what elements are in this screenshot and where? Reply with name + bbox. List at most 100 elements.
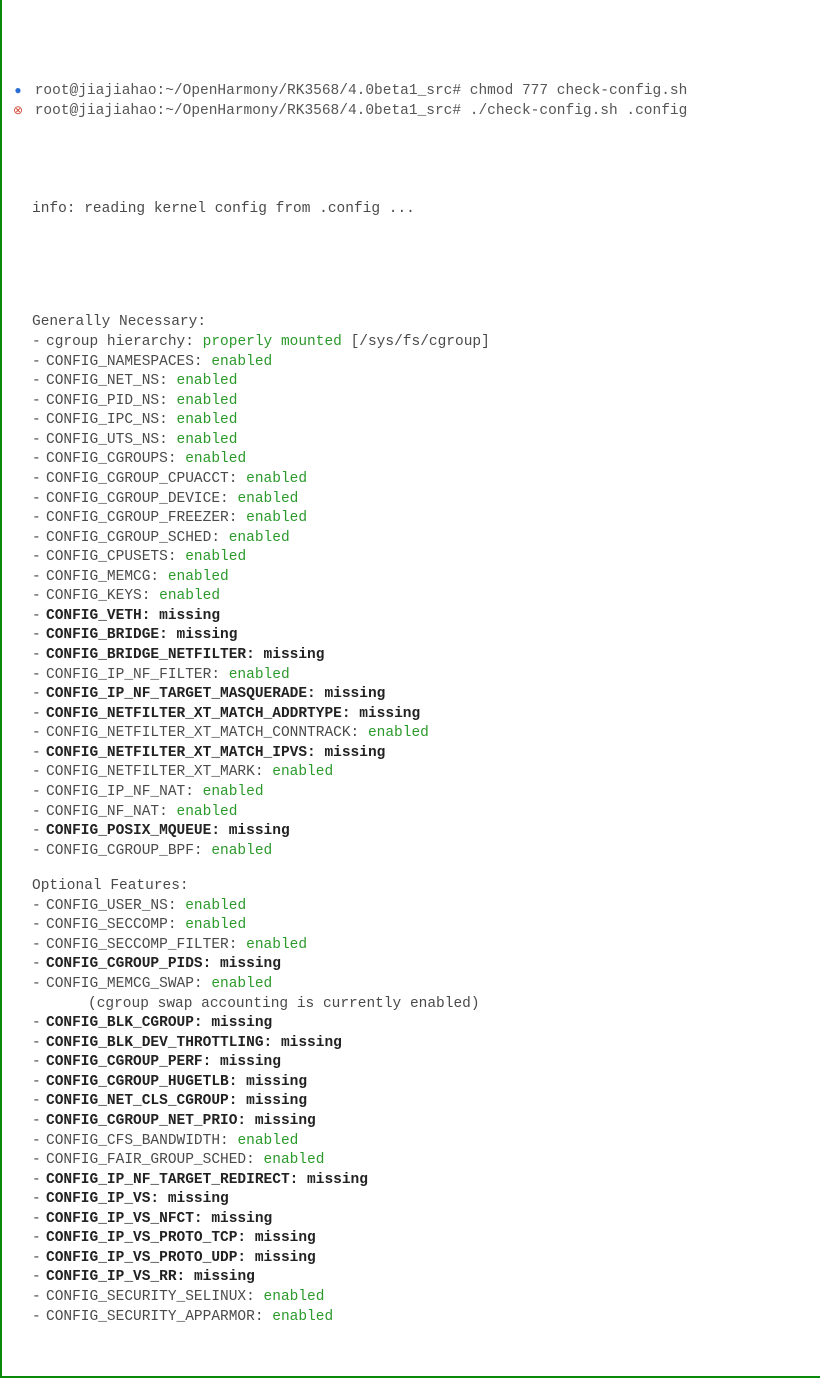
config-item: -CONFIG_SECURITY_SELINUX: enabled bbox=[32, 1288, 814, 1308]
config-name: CONFIG_BRIDGE_NETFILTER: bbox=[46, 647, 264, 663]
config-item: -cgroup hierarchy: properly mounted [/sy… bbox=[32, 333, 814, 353]
dash-icon: - bbox=[32, 705, 46, 725]
config-item: -CONFIG_NETFILTER_XT_MATCH_ADDRTYPE: mis… bbox=[32, 705, 814, 725]
config-name: CONFIG_USER_NS: bbox=[46, 898, 185, 914]
config-status: enabled bbox=[185, 549, 246, 565]
config-name: CONFIG_CGROUP_CPUACCT: bbox=[46, 471, 246, 487]
dash-icon: - bbox=[32, 1151, 46, 1171]
config-name: CONFIG_BRIDGE: bbox=[46, 627, 177, 643]
config-item: -CONFIG_BRIDGE_NETFILTER: missing bbox=[32, 646, 814, 666]
config-note: (cgroup swap accounting is currently ena… bbox=[88, 995, 814, 1015]
config-name: CONFIG_CGROUP_PIDS: bbox=[46, 956, 220, 972]
config-item: -CONFIG_CPUSETS: enabled bbox=[32, 548, 814, 568]
dash-icon: - bbox=[32, 1112, 46, 1132]
config-item: -CONFIG_PID_NS: enabled bbox=[32, 392, 814, 412]
config-name: CONFIG_IP_VS: bbox=[46, 1191, 168, 1207]
dash-icon: - bbox=[32, 392, 46, 412]
dash-icon: - bbox=[32, 936, 46, 956]
config-item: -CONFIG_NETFILTER_XT_MATCH_IPVS: missing bbox=[32, 744, 814, 764]
config-item: -CONFIG_CGROUP_HUGETLB: missing bbox=[32, 1073, 814, 1093]
config-item: -CONFIG_CGROUP_FREEZER: enabled bbox=[32, 509, 814, 529]
config-item: -CONFIG_CGROUP_PIDS: missing bbox=[32, 955, 814, 975]
dash-icon: - bbox=[32, 470, 46, 490]
dash-icon: - bbox=[32, 1034, 46, 1054]
dash-icon: - bbox=[32, 842, 46, 862]
config-item: -CONFIG_IP_NF_TARGET_REDIRECT: missing bbox=[32, 1171, 814, 1191]
config-status: missing bbox=[255, 1113, 316, 1129]
dash-icon: - bbox=[32, 975, 46, 995]
config-name: CONFIG_BLK_DEV_THROTTLING: bbox=[46, 1035, 281, 1051]
config-status: missing bbox=[220, 1054, 281, 1070]
dash-icon: - bbox=[32, 353, 46, 373]
config-item: -CONFIG_IP_VS_RR: missing bbox=[32, 1268, 814, 1288]
dash-icon: - bbox=[32, 1249, 46, 1269]
config-item: -CONFIG_USER_NS: enabled bbox=[32, 897, 814, 917]
config-item: -CONFIG_CGROUP_BPF: enabled bbox=[32, 842, 814, 862]
config-item: -CONFIG_CGROUPS: enabled bbox=[32, 450, 814, 470]
dash-icon: - bbox=[32, 1171, 46, 1191]
config-item: -CONFIG_POSIX_MQUEUE: missing bbox=[32, 822, 814, 842]
config-item: -CONFIG_NET_NS: enabled bbox=[32, 372, 814, 392]
config-name: CONFIG_CGROUP_HUGETLB: bbox=[46, 1074, 246, 1090]
config-item: -CONFIG_MEMCG_SWAP: enabled bbox=[32, 975, 814, 995]
config-status: enabled bbox=[368, 725, 429, 741]
config-item: -CONFIG_IP_NF_TARGET_MASQUERADE: missing bbox=[32, 685, 814, 705]
dash-icon: - bbox=[32, 626, 46, 646]
config-status: properly mounted bbox=[203, 334, 342, 350]
config-status: enabled bbox=[229, 530, 290, 546]
dash-icon: - bbox=[32, 1053, 46, 1073]
config-status: enabled bbox=[211, 843, 272, 859]
config-status: missing bbox=[324, 686, 385, 702]
config-item: -CONFIG_CGROUP_CPUACCT: enabled bbox=[32, 470, 814, 490]
config-name: CONFIG_IP_NF_TARGET_MASQUERADE: bbox=[46, 686, 324, 702]
config-name: CONFIG_CGROUP_SCHED: bbox=[46, 530, 229, 546]
config-name: CONFIG_KEYS: bbox=[46, 588, 159, 604]
config-status: enabled bbox=[177, 804, 238, 820]
config-name: CONFIG_IP_NF_NAT: bbox=[46, 784, 203, 800]
dash-icon: - bbox=[32, 490, 46, 510]
config-name: CONFIG_PID_NS: bbox=[46, 393, 177, 409]
config-status: enabled bbox=[177, 373, 238, 389]
config-status: missing bbox=[246, 1093, 307, 1109]
config-status: missing bbox=[177, 627, 238, 643]
config-status: enabled bbox=[211, 976, 272, 992]
config-status: enabled bbox=[229, 667, 290, 683]
config-name: CONFIG_IP_VS_PROTO_UDP: bbox=[46, 1250, 255, 1266]
config-name: CONFIG_CGROUP_NET_PRIO: bbox=[46, 1113, 255, 1129]
config-name: CONFIG_CGROUPS: bbox=[46, 451, 185, 467]
dash-icon: - bbox=[32, 685, 46, 705]
prompt-area: ● root@jiajiahao:~/OpenHarmony/RK3568/4.… bbox=[8, 82, 814, 121]
config-name: CONFIG_IP_VS_RR: bbox=[46, 1269, 194, 1285]
config-status: missing bbox=[168, 1191, 229, 1207]
config-status: missing bbox=[359, 706, 420, 722]
config-name: CONFIG_SECURITY_SELINUX: bbox=[46, 1289, 264, 1305]
config-item: -CONFIG_CGROUP_DEVICE: enabled bbox=[32, 490, 814, 510]
dash-icon: - bbox=[32, 1229, 46, 1249]
prompt-line: ● root@jiajiahao:~/OpenHarmony/RK3568/4.… bbox=[8, 82, 814, 102]
config-name: CONFIG_IPC_NS: bbox=[46, 412, 177, 428]
config-item: -CONFIG_IP_NF_FILTER: enabled bbox=[32, 666, 814, 686]
config-item: -CONFIG_SECCOMP: enabled bbox=[32, 916, 814, 936]
config-name: CONFIG_IP_NF_FILTER: bbox=[46, 667, 229, 683]
config-status: enabled bbox=[237, 1133, 298, 1149]
config-status: enabled bbox=[246, 471, 307, 487]
config-name: CONFIG_IP_VS_NFCT: bbox=[46, 1211, 211, 1227]
config-section: Generally Necessary:-cgroup hierarchy: p… bbox=[32, 313, 814, 861]
dash-icon: - bbox=[32, 1092, 46, 1112]
dash-icon: - bbox=[32, 568, 46, 588]
config-name: CONFIG_NET_CLS_CGROUP: bbox=[46, 1093, 246, 1109]
dash-icon: - bbox=[32, 803, 46, 823]
config-name: CONFIG_MEMCG_SWAP: bbox=[46, 976, 211, 992]
config-item: -CONFIG_MEMCG: enabled bbox=[32, 568, 814, 588]
config-name: CONFIG_SECCOMP_FILTER: bbox=[46, 937, 246, 953]
config-item: -CONFIG_IPC_NS: enabled bbox=[32, 411, 814, 431]
config-name: CONFIG_NETFILTER_XT_MATCH_CONNTRACK: bbox=[46, 725, 368, 741]
config-name: CONFIG_IP_VS_PROTO_TCP: bbox=[46, 1230, 255, 1246]
config-name: CONFIG_NF_NAT: bbox=[46, 804, 177, 820]
dash-icon: - bbox=[32, 955, 46, 975]
dash-icon: - bbox=[32, 529, 46, 549]
config-status: enabled bbox=[272, 1309, 333, 1325]
dash-icon: - bbox=[32, 333, 46, 353]
config-name: CONFIG_SECURITY_APPARMOR: bbox=[46, 1309, 272, 1325]
prompt-text: root@jiajiahao:~/OpenHarmony/RK3568/4.0b… bbox=[26, 102, 687, 122]
